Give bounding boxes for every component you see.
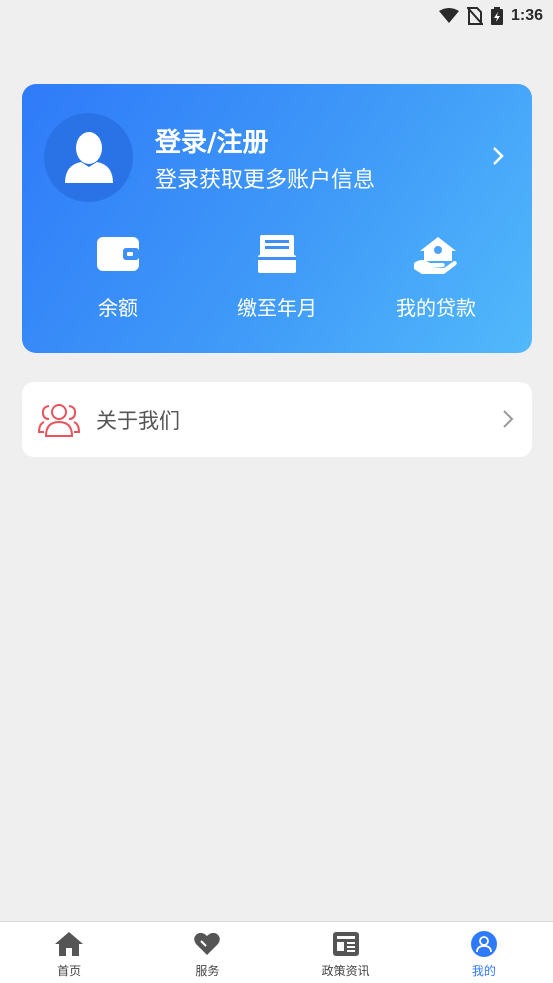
tab-policy-news[interactable]: 政策资讯 bbox=[277, 922, 415, 983]
my-loan-label: 我的贷款 bbox=[396, 296, 476, 320]
about-us-label: 关于我们 bbox=[96, 408, 180, 433]
tab-mine[interactable]: 我的 bbox=[415, 922, 553, 983]
paid-until-label: 缴至年月 bbox=[237, 296, 317, 320]
avatar[interactable] bbox=[44, 113, 133, 202]
tab-services[interactable]: 服务 bbox=[138, 922, 276, 983]
chevron-right-icon bbox=[503, 410, 514, 428]
people-icon bbox=[38, 403, 80, 437]
balance-label: 余额 bbox=[98, 296, 138, 320]
bottom-tab-bar: 首页 服务 政策资讯 我的 bbox=[0, 921, 553, 983]
default-user-icon bbox=[64, 131, 113, 183]
wifi-icon bbox=[438, 8, 459, 23]
news-icon bbox=[332, 932, 359, 956]
tab-mine-label: 我的 bbox=[471, 964, 496, 978]
balance-button[interactable]: 余额 bbox=[43, 232, 193, 321]
no-sim-icon bbox=[466, 7, 483, 25]
tab-services-label: 服务 bbox=[195, 964, 220, 978]
heart-icon bbox=[194, 932, 221, 955]
tab-home[interactable]: 首页 bbox=[0, 922, 138, 983]
home-icon bbox=[55, 932, 84, 956]
printer-icon bbox=[258, 235, 296, 273]
status-bar: 1:36 bbox=[0, 0, 553, 32]
house-loan-icon bbox=[414, 237, 457, 274]
profile-card: 登录/注册 登录获取更多账户信息 余额 缴至年月 我的贷款 bbox=[22, 84, 532, 353]
tab-policy-news-label: 政策资讯 bbox=[321, 964, 370, 978]
user-icon bbox=[470, 931, 497, 957]
wallet-icon bbox=[97, 237, 139, 271]
login-subtitle: 登录获取更多账户信息 bbox=[155, 168, 376, 193]
about-us-row[interactable]: 关于我们 bbox=[22, 382, 532, 457]
chevron-right-icon[interactable] bbox=[492, 146, 504, 166]
login-register-title[interactable]: 登录/注册 bbox=[155, 122, 269, 159]
status-time: 1:36 bbox=[510, 7, 543, 24]
tab-home-label: 首页 bbox=[57, 964, 82, 978]
my-loan-button[interactable]: 我的贷款 bbox=[361, 232, 511, 321]
paid-until-button[interactable]: 缴至年月 bbox=[202, 232, 352, 321]
battery-charging-icon bbox=[490, 7, 503, 25]
